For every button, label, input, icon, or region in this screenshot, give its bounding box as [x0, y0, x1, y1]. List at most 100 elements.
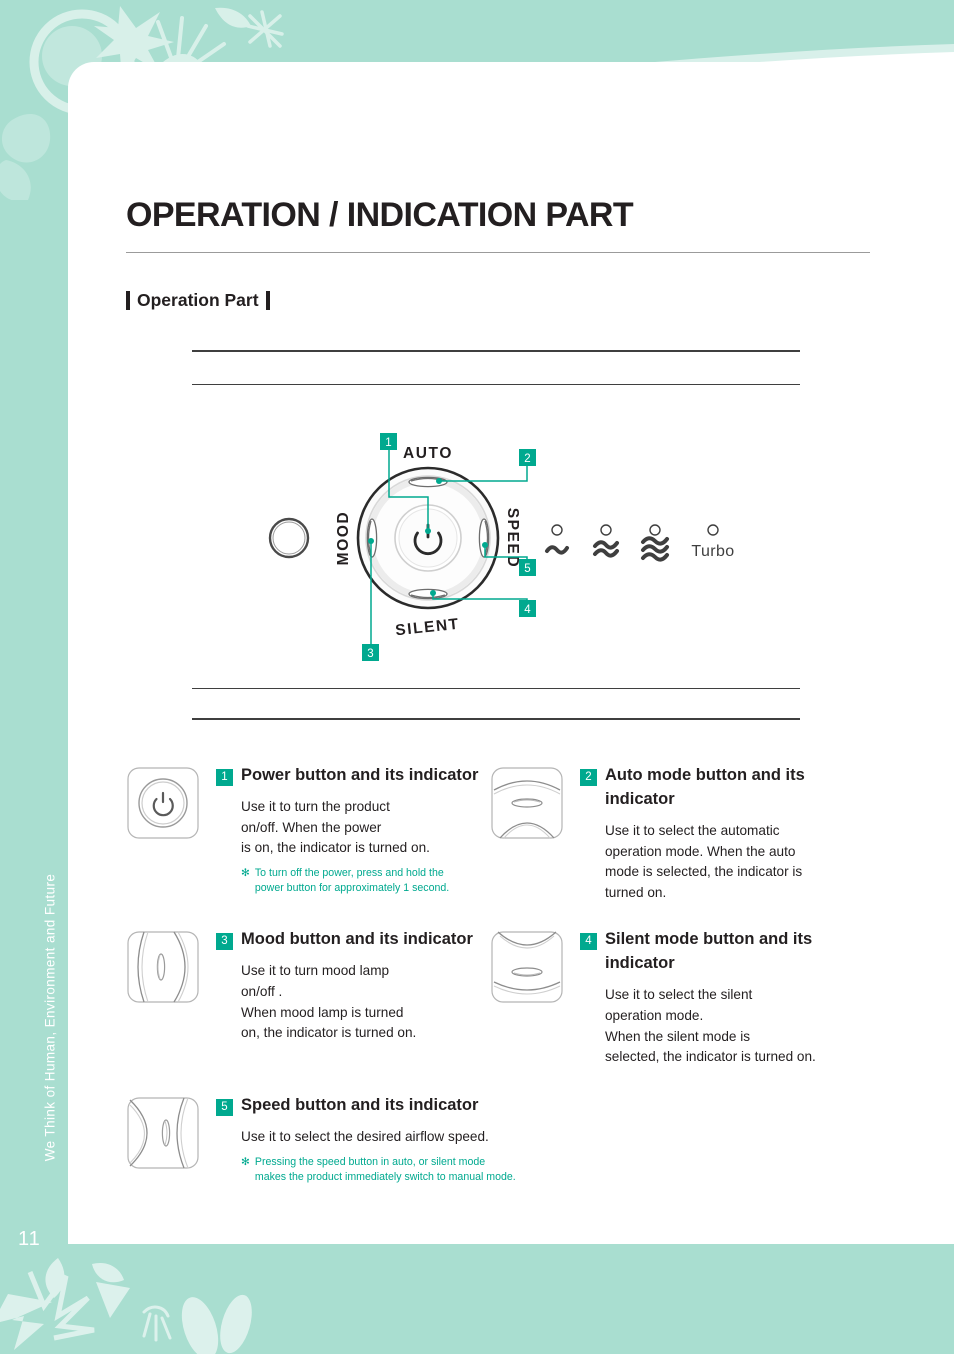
callout-item-3: 3 Mood button and its indicator Use it t… [126, 924, 490, 1067]
section-title: Operation Part [137, 290, 259, 310]
callout-heading-1: 1 Power button and its indicator [216, 764, 490, 788]
desc-line: on, the indicator is turned on. [241, 1025, 417, 1041]
power-button-thumbnail [126, 766, 200, 840]
turbo-label: Turbo [691, 543, 734, 560]
desc-line: Use it to select the desired airflow spe… [241, 1128, 489, 1144]
svg-text:5: 5 [524, 563, 530, 575]
callout-heading-2: 2 Auto mode button and its indicator [580, 764, 870, 812]
svg-text:4: 4 [524, 604, 531, 616]
callout-note-1: ✻ To turn off the power, press and hold … [241, 866, 490, 896]
sensor-circle-icon [268, 517, 310, 559]
callout-description-5: Use it to select the desired airflow spe… [241, 1127, 516, 1148]
desc-line: When mood lamp is turned [241, 1004, 404, 1020]
callout-item-4: 4 Silent mode button and its indicator U… [490, 924, 870, 1067]
callout-description-2: Use it to select the automatic operation… [605, 821, 870, 904]
diagram-rule-bottom-thick [192, 718, 800, 720]
wave-3-icon [641, 536, 669, 562]
dial-label-mood: MOOD [335, 511, 352, 566]
callout-title-2: Auto mode button and its indicator [605, 766, 805, 808]
callout-heading-5: 5 Speed button and its indicator [216, 1094, 516, 1118]
note-line: power button for approximately 1 second. [254, 881, 450, 894]
callout-marker-3: 3 [362, 644, 379, 661]
callout-marker-1: 1 [380, 433, 397, 450]
callout-body-3: 3 Mood button and its indicator Use it t… [216, 924, 490, 1044]
callout-list: 1 Power button and its indicator Use it … [126, 760, 870, 1185]
title-divider [126, 252, 870, 253]
desc-line: mode is selected, the indicator is [605, 864, 803, 880]
callout-title-5: Speed button and its indicator [241, 1095, 479, 1114]
speed-lamp-3 [641, 524, 669, 562]
callout-body-4: 4 Silent mode button and its indicator U… [580, 924, 870, 1067]
dial-label-silent: SILENT [394, 616, 460, 640]
dial-label-speed: SPEED [504, 508, 521, 569]
callout-badge-4: 4 [580, 933, 597, 951]
callout-heading-4: 4 Silent mode button and its indicator [580, 928, 870, 976]
desc-line: Use it to select the silent [605, 987, 753, 1003]
speed-button-thumbnail [126, 1096, 200, 1170]
desc-line: Use it to turn the product [241, 798, 390, 814]
diagram-rule-top-thick [192, 350, 800, 352]
callout-item-2: 2 Auto mode button and its indicator Use… [490, 760, 870, 903]
heading-bar-right [265, 291, 270, 310]
desc-line: is on, the indicator is turned on. [241, 840, 430, 856]
desc-line: operation mode. [605, 1007, 704, 1023]
callout-body-5: 5 Speed button and its indicator Use it … [216, 1090, 516, 1185]
speed-lamp-turbo: Turbo [691, 524, 734, 560]
silent-indicator[interactable] [408, 588, 448, 600]
callout-marker-2: 2 [519, 449, 536, 466]
callout-title-1: Power button and its indicator [241, 766, 479, 784]
callout-row-2: 3 Mood button and its indicator Use it t… [126, 924, 870, 1067]
callout-heading-3: 3 Mood button and its indicator [216, 928, 490, 952]
callout-body-1: 1 Power button and its indicator Use it … [216, 760, 490, 896]
dial-label-auto: AUTO [403, 445, 453, 462]
callout-item-1: 1 Power button and its indicator Use it … [126, 760, 490, 903]
callout-row-1: 1 Power button and its indicator Use it … [126, 760, 870, 903]
svg-text:2: 2 [524, 453, 530, 465]
desc-line: Use it to select the automatic [605, 822, 780, 838]
note-star-icon: ✻ [241, 866, 250, 879]
speed-lamp-2 [593, 524, 619, 558]
mood-indicator[interactable] [366, 518, 378, 558]
heading-bar-left [126, 291, 130, 310]
note-line: Pressing the speed button in auto, or si… [254, 1155, 486, 1168]
note-star-icon: ✻ [241, 1155, 250, 1168]
callout-badge-3: 3 [216, 933, 233, 951]
wave-1-icon [545, 545, 569, 555]
section-heading: Operation Part [126, 290, 270, 311]
speed-lamp-1 [545, 524, 569, 555]
callout-title-3: Mood button and its indicator [241, 930, 473, 949]
callout-description-3: Use it to turn mood lamp on/off . When m… [241, 961, 490, 1044]
desc-line: on/off . [241, 984, 283, 1000]
desc-line: on/off. When the power [241, 819, 382, 835]
desc-line: selected, the indicator is turned on. [605, 1049, 816, 1065]
page-content: OPERATION / INDICATION PART Operation Pa… [0, 0, 954, 1354]
mood-button-thumbnail [126, 930, 200, 1004]
svg-text:3: 3 [367, 648, 373, 660]
callout-title-4: Silent mode button and its indicator [605, 930, 813, 973]
callout-note-5: ✻ Pressing the speed button in auto, or … [241, 1155, 516, 1185]
callout-item-5: 5 Speed button and its indicator Use it … [126, 1090, 516, 1185]
desc-line: turned on. [605, 884, 667, 900]
desc-line: Use it to turn mood lamp [241, 963, 390, 979]
svg-text:1: 1 [385, 437, 391, 449]
note-line: To turn off the power, press and hold th… [254, 866, 444, 879]
callout-description-1: Use it to turn the product on/off. When … [241, 797, 490, 859]
control-panel-diagram: AUTO SILENT MOOD SPEED 1 2 3 4 5 Turbo [255, 420, 775, 670]
speed-indicator[interactable] [478, 518, 490, 558]
diagram-rule-bottom-thin [192, 688, 800, 689]
wave-2-icon [593, 540, 619, 558]
page-title: OPERATION / INDICATION PART [126, 196, 634, 234]
silent-button-thumbnail [490, 930, 564, 1004]
callout-description-4: Use it to select the silent operation mo… [605, 985, 870, 1068]
auto-button-thumbnail [490, 766, 564, 840]
desc-line: When the silent mode is [605, 1028, 751, 1044]
callout-badge-1: 1 [216, 769, 233, 786]
callout-body-2: 2 Auto mode button and its indicator Use… [580, 760, 870, 903]
callout-marker-4: 4 [519, 600, 536, 617]
callout-marker-5: 5 [519, 559, 536, 576]
callout-badge-5: 5 [216, 1098, 233, 1116]
callout-badge-2: 2 [580, 769, 597, 786]
diagram-rule-top-thin [192, 384, 800, 385]
desc-line: operation mode. When the auto [605, 843, 796, 859]
note-line: makes the product immediately switch to … [254, 1170, 516, 1183]
